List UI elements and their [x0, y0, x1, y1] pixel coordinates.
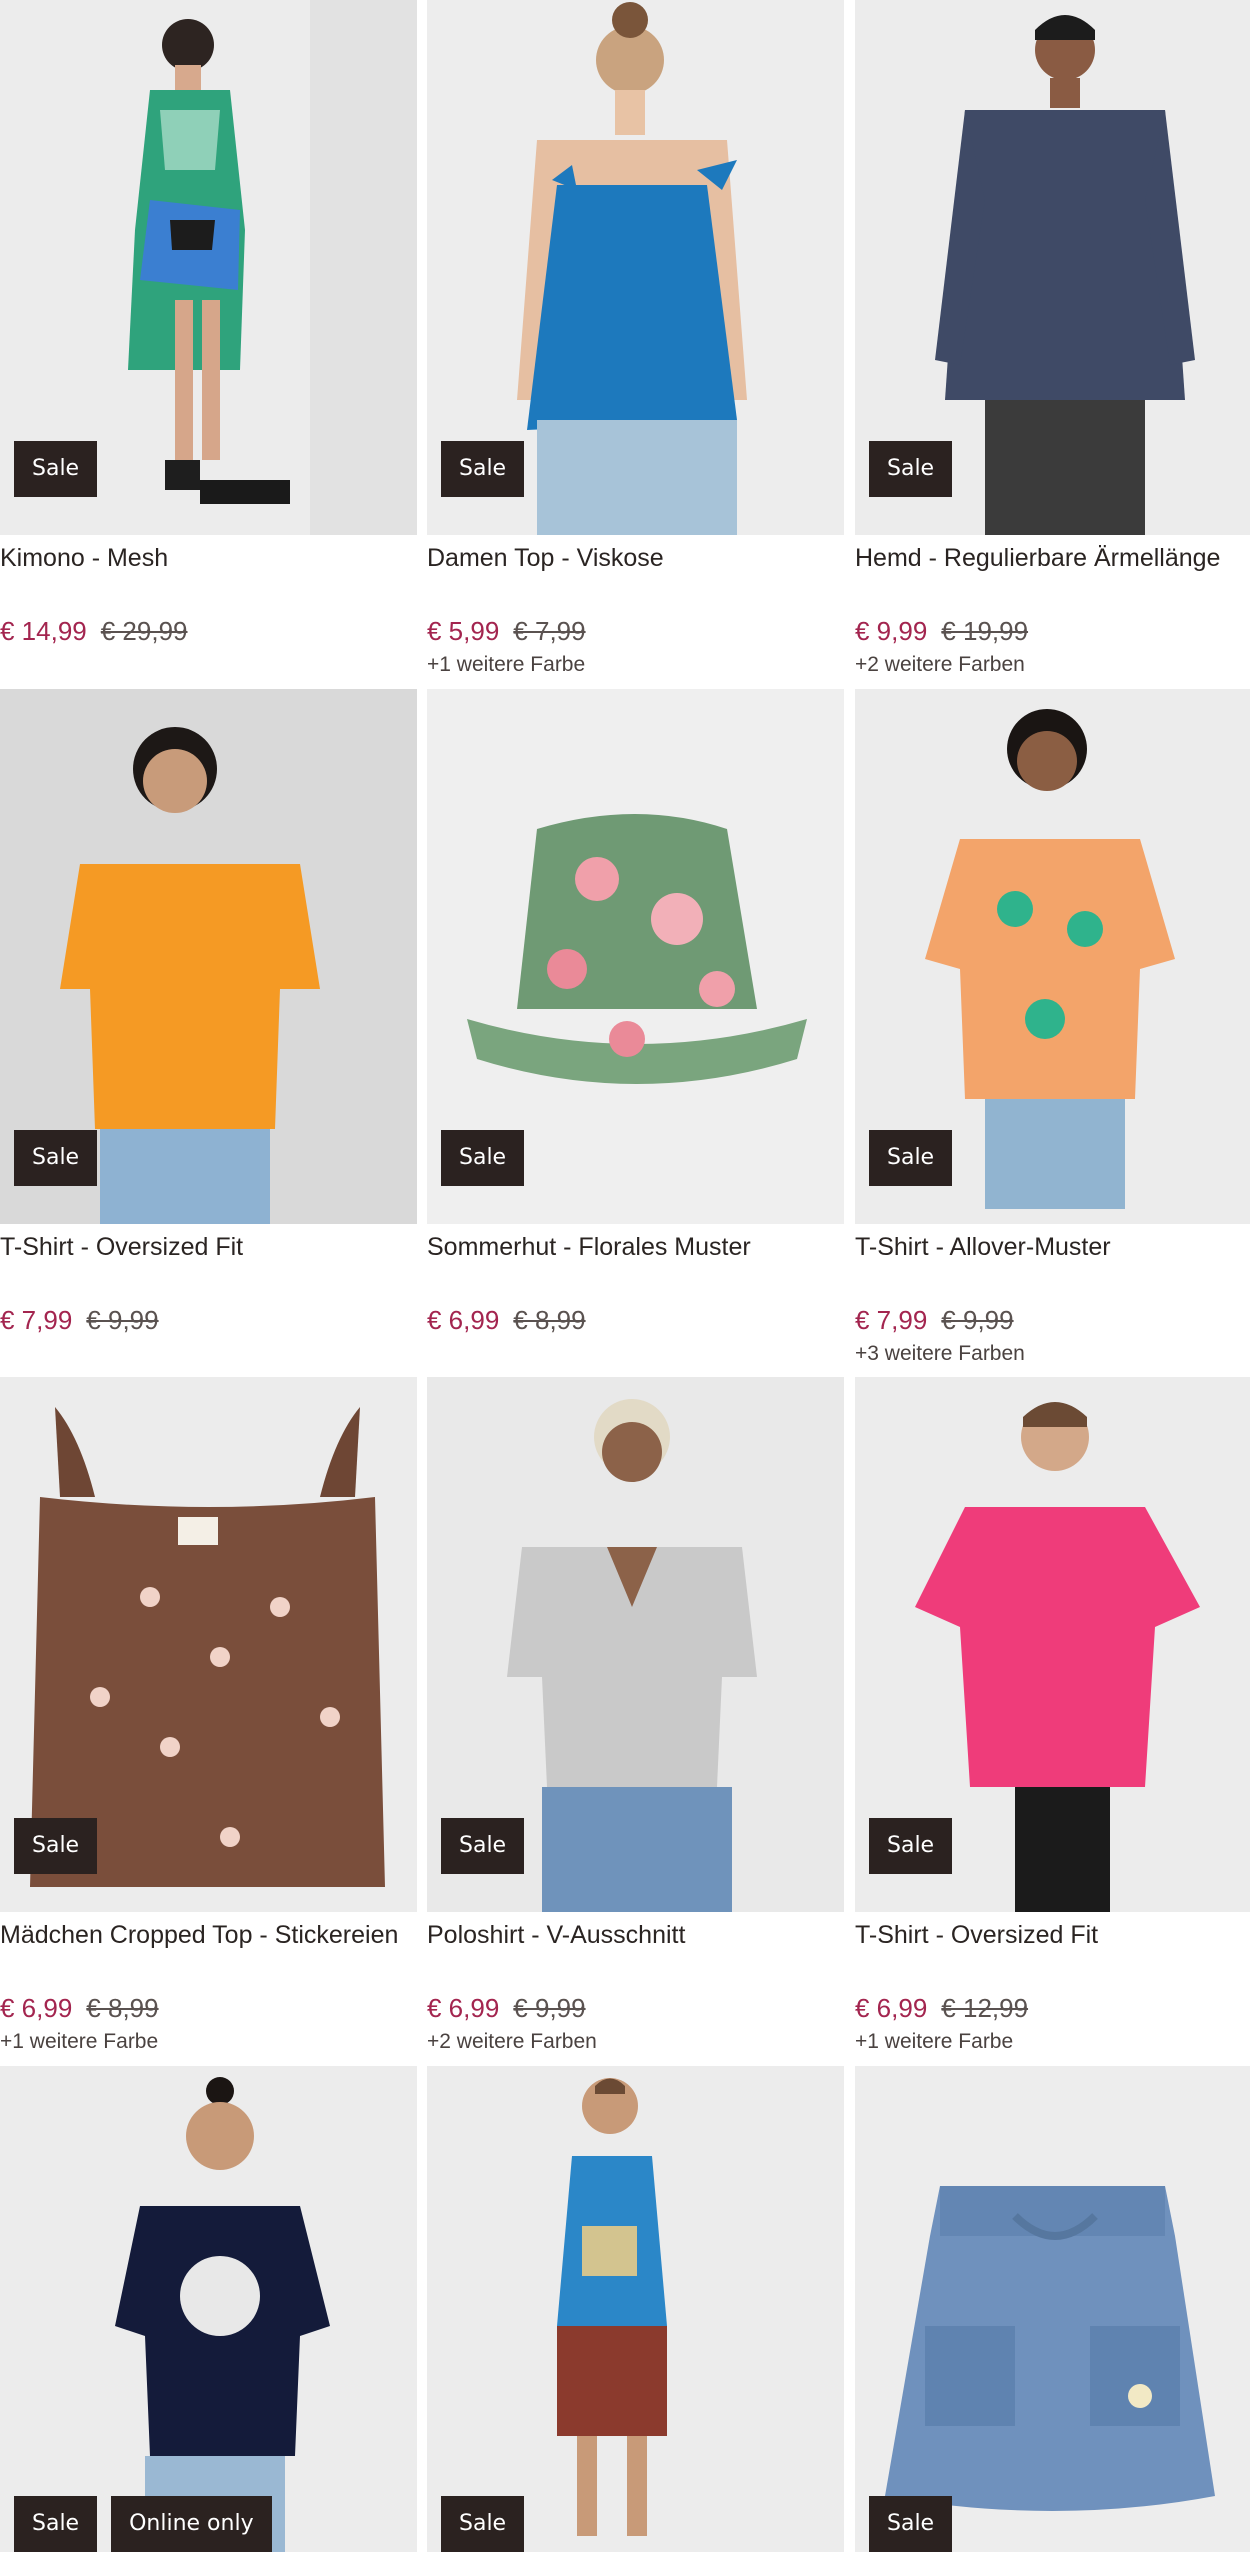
sale-badge: Sale	[14, 1130, 98, 1186]
online-only-badge: Online only	[111, 2496, 272, 2552]
product-price: € 9,99 € 19,99	[855, 613, 1250, 649]
product-card[interactable]: Sale T-Shirt - Oversized Fit € 7,99 € 9,9…	[0, 689, 417, 1340]
product-image[interactable]: Sale	[0, 0, 417, 535]
tshirt-image	[0, 2066, 417, 2552]
badge-group: Sale Online only	[14, 2496, 272, 2552]
product-title[interactable]: T-Shirt - Oversized Fit	[855, 1918, 1250, 1986]
current-price: € 6,99	[855, 1993, 928, 2023]
current-price: € 7,99	[0, 1305, 73, 1335]
original-price: € 9,99	[513, 1993, 586, 2023]
product-price: € 6,99 € 12,99	[855, 1990, 1250, 2026]
product-title[interactable]: T-Shirt - Oversized Fit	[0, 1230, 417, 1298]
product-card[interactable]: Sale T-Shirt - Oversized Fit € 6,99 € 12,…	[855, 1377, 1250, 2056]
sale-badge: Sale	[441, 1130, 525, 1186]
sale-badge: Sale	[14, 2496, 98, 2552]
more-colors-link[interactable]: +1 weitere Farbe	[855, 2028, 1250, 2056]
badge-group: Sale	[869, 2496, 953, 2552]
original-price: € 7,99	[513, 616, 586, 646]
original-price: € 12,99	[941, 1993, 1029, 2023]
product-title[interactable]: Sommerhut - Florales Muster	[427, 1230, 844, 1298]
product-title[interactable]: Kimono - Mesh	[0, 541, 417, 609]
current-price: € 6,99	[0, 1993, 73, 2023]
product-image[interactable]: Sale	[855, 689, 1250, 1224]
badge-group: Sale	[441, 1818, 525, 1874]
product-price: € 6,99 € 9,99	[427, 1990, 844, 2026]
badge-group: Sale	[869, 1818, 953, 1874]
more-colors-link[interactable]: +2 weitere Farben	[855, 651, 1250, 679]
sale-badge: Sale	[441, 1818, 525, 1874]
product-image[interactable]: Sale	[427, 2066, 844, 2552]
product-price: € 6,99 € 8,99	[427, 1302, 844, 1338]
sale-badge: Sale	[869, 1130, 953, 1186]
product-image[interactable]: Sale	[0, 1377, 417, 1912]
product-image[interactable]: Sale	[855, 0, 1250, 535]
current-price: € 7,99	[855, 1305, 928, 1335]
product-card[interactable]: Sale Poloshirt - V-Ausschnitt € 6,99 € 9,…	[427, 1377, 844, 2056]
product-image[interactable]: Sale	[0, 689, 417, 1224]
original-price: € 9,99	[941, 1305, 1014, 1335]
current-price: € 6,99	[427, 1305, 500, 1335]
badge-group: Sale	[14, 1818, 98, 1874]
product-image[interactable]: Sale	[855, 1377, 1250, 1912]
sale-badge: Sale	[441, 441, 525, 497]
product-grid: Sale Kimono - Mesh € 14,99 € 29,99 Sale	[0, 0, 1250, 2552]
original-price: € 8,99	[513, 1305, 586, 1335]
sale-badge: Sale	[14, 1818, 98, 1874]
badge-group: Sale	[14, 441, 98, 497]
sale-badge: Sale	[869, 2496, 953, 2552]
product-title[interactable]: T-Shirt - Allover-Muster	[855, 1230, 1250, 1298]
badge-group: Sale	[441, 441, 525, 497]
product-image[interactable]: Sale	[427, 0, 844, 535]
product-image[interactable]: Sale	[427, 689, 844, 1224]
current-price: € 6,99	[427, 1993, 500, 2023]
original-price: € 19,99	[941, 616, 1029, 646]
current-price: € 5,99	[427, 616, 500, 646]
product-title[interactable]: Damen Top - Viskose	[427, 541, 844, 609]
badge-group: Sale	[14, 1130, 98, 1186]
product-card[interactable]: Sale	[855, 2066, 1250, 2552]
current-price: € 9,99	[855, 616, 928, 646]
badge-group: Sale	[869, 441, 953, 497]
product-price: € 6,99 € 8,99	[0, 1990, 417, 2026]
product-price: € 14,99 € 29,99	[0, 613, 417, 649]
product-image[interactable]: Sale Online only	[0, 2066, 417, 2552]
badge-group: Sale	[869, 1130, 953, 1186]
tank-image	[427, 2066, 844, 2552]
sale-badge: Sale	[869, 441, 953, 497]
product-card[interactable]: Sale Online only	[0, 2066, 417, 2552]
badge-group: Sale	[441, 2496, 525, 2552]
current-price: € 14,99	[0, 616, 87, 646]
sale-badge: Sale	[441, 2496, 525, 2552]
product-price: € 5,99 € 7,99	[427, 613, 844, 649]
more-colors-link[interactable]: +3 weitere Farben	[855, 1340, 1250, 1368]
product-card[interactable]: Sale Sommerhut - Florales Muster € 6,99 €…	[427, 689, 844, 1340]
product-card[interactable]: Sale T-Shirt - Allover-Muster € 7,99 € 9,…	[855, 689, 1250, 1368]
badge-group: Sale	[441, 1130, 525, 1186]
more-colors-link[interactable]: +1 weitere Farbe	[427, 651, 844, 679]
product-price: € 7,99 € 9,99	[855, 1302, 1250, 1338]
product-title[interactable]: Hemd - Regulierbare Ärmellänge	[855, 541, 1250, 609]
more-colors-link[interactable]: +2 weitere Farben	[427, 2028, 844, 2056]
product-image[interactable]: Sale	[427, 1377, 844, 1912]
product-card[interactable]: Sale Mädchen Cropped Top - Stickereien €…	[0, 1377, 417, 2056]
more-colors-link[interactable]: +1 weitere Farbe	[0, 2028, 417, 2056]
original-price: € 8,99	[86, 1993, 159, 2023]
product-card[interactable]: Sale Hemd - Regulierbare Ärmellänge € 9,…	[855, 0, 1250, 679]
product-price: € 7,99 € 9,99	[0, 1302, 417, 1338]
product-card[interactable]: Sale Damen Top - Viskose € 5,99 € 7,99 +1…	[427, 0, 844, 679]
sale-badge: Sale	[869, 1818, 953, 1874]
original-price: € 9,99	[86, 1305, 159, 1335]
product-title[interactable]: Mädchen Cropped Top - Stickereien	[0, 1918, 417, 1986]
original-price: € 29,99	[100, 616, 188, 646]
product-card[interactable]: Sale	[427, 2066, 844, 2552]
product-image[interactable]: Sale	[855, 2066, 1250, 2552]
sale-badge: Sale	[14, 441, 98, 497]
product-card[interactable]: Sale Kimono - Mesh € 14,99 € 29,99	[0, 0, 417, 651]
skirt-image	[855, 2066, 1250, 2552]
product-title[interactable]: Poloshirt - V-Ausschnitt	[427, 1918, 844, 1986]
